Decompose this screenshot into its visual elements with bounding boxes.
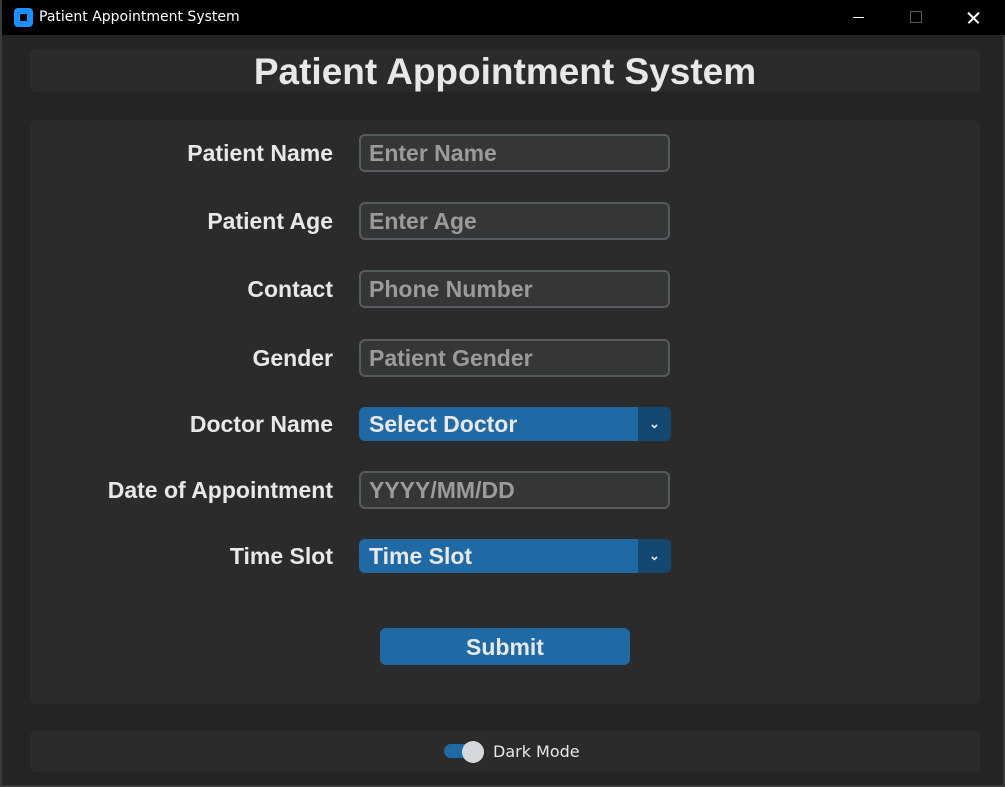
dark-mode-switch[interactable] — [444, 741, 484, 763]
time-slot-select-value: Time Slot — [369, 543, 473, 569]
contact-input[interactable] — [359, 270, 670, 308]
chevron-down-icon[interactable]: ⌄ — [638, 539, 671, 573]
close-button[interactable] — [946, 0, 1004, 35]
maximize-button[interactable] — [888, 0, 946, 35]
patient-age-label: Patient Age — [207, 208, 333, 234]
footer-frame: Dark Mode — [30, 731, 980, 772]
chevron-down-icon[interactable]: ⌄ — [638, 407, 671, 441]
app-icon — [14, 8, 33, 27]
window-title: Patient Appointment System — [39, 9, 240, 25]
time-slot-select[interactable]: Time Slot ⌄ — [359, 539, 671, 573]
gender-label: Gender — [252, 345, 333, 371]
time-slot-label: Time Slot — [229, 543, 333, 569]
app-window: Patient Appointment System Patient Appoi… — [0, 0, 1005, 787]
contact-label: Contact — [247, 276, 333, 302]
minimize-button[interactable] — [830, 0, 888, 35]
switch-knob[interactable] — [462, 741, 484, 763]
appointment-date-input[interactable] — [359, 471, 670, 509]
patient-name-input[interactable] — [359, 134, 670, 172]
title-bar: Patient Appointment System — [2, 0, 1005, 35]
gender-input[interactable] — [359, 339, 670, 377]
appointment-date-label: Date of Appointment — [107, 477, 333, 503]
doctor-select-value: Select Doctor — [369, 411, 518, 437]
doctor-name-label: Doctor Name — [189, 411, 333, 437]
page-title: Patient Appointment System — [253, 51, 757, 92]
doctor-select[interactable]: Select Doctor ⌄ — [359, 407, 671, 441]
patient-age-input[interactable] — [359, 202, 670, 240]
patient-name-label: Patient Name — [187, 140, 333, 166]
header-frame: Patient Appointment System — [30, 49, 980, 92]
dark-mode-label: Dark Mode — [493, 742, 580, 761]
submit-button[interactable]: Submit — [380, 628, 630, 665]
appointment-form: Patient Name Patient Age Contact Gender … — [30, 120, 980, 704]
